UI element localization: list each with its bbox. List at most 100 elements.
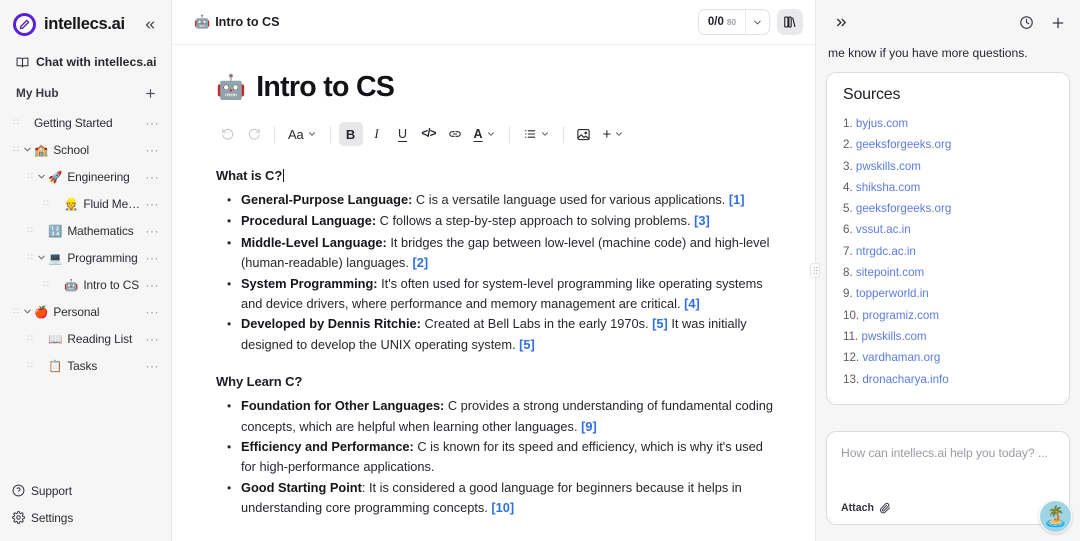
source-link[interactable]: vardhaman.org (862, 351, 940, 364)
citation-link[interactable]: [10] (491, 500, 514, 515)
underline-button[interactable]: U (391, 122, 415, 146)
breadcrumb[interactable]: 🤖 Intro to CS (194, 14, 280, 30)
drag-handle-icon[interactable]: ∷ (10, 118, 21, 127)
item-more-button[interactable]: ··· (144, 252, 162, 264)
chat-thread[interactable]: me know if you have more questions. Sour… (816, 45, 1080, 421)
chat-composer[interactable]: How can intellecs.ai help you today? ...… (826, 431, 1070, 525)
drag-handle-icon[interactable]: ∷ (24, 334, 35, 343)
item-more-button[interactable]: ··· (144, 225, 162, 237)
source-link[interactable]: shiksha.com (856, 181, 920, 194)
item-more-button[interactable]: ··· (144, 144, 162, 156)
source-link[interactable]: dronacharya.info (862, 373, 948, 386)
sidebar-item-support[interactable]: Support (4, 477, 165, 504)
clock-icon[interactable] (1016, 13, 1036, 33)
chevron-down-icon[interactable] (745, 10, 769, 34)
sidebar-item-school[interactable]: ∷ 🏫 School ··· (4, 136, 165, 163)
add-page-button[interactable] (141, 84, 159, 102)
sidebar-item-programming[interactable]: ∷ 💻 Programming ··· (4, 244, 165, 271)
list-item[interactable]: Foundation for Other Languages: C provid… (216, 396, 775, 436)
list-item[interactable]: Efficiency and Performance: C is known f… (216, 437, 775, 477)
drag-handle-icon[interactable]: ∷ (10, 307, 21, 316)
list-item[interactable]: Middle-Level Language: It bridges the ga… (216, 233, 775, 273)
item-more-button[interactable]: ··· (144, 360, 162, 372)
list-item[interactable]: System Programming: It's often used for … (216, 274, 775, 314)
source-link[interactable]: vssut.ac.in (856, 223, 911, 236)
list-icon[interactable] (518, 122, 555, 146)
list-item[interactable]: Good Starting Point: It is considered a … (216, 478, 775, 518)
user-avatar[interactable]: 🏝️ (1039, 500, 1072, 533)
citation-link[interactable]: [1] (729, 192, 745, 207)
sidebar-item-intro-to-cs[interactable]: ∷ 🤖 Intro to CS ··· (4, 271, 165, 298)
item-more-button[interactable]: ··· (144, 279, 162, 291)
sidebar-item-settings[interactable]: Settings (4, 504, 165, 531)
source-link[interactable]: byjus.com (856, 117, 908, 130)
chat-panel-expand-button[interactable] (830, 12, 852, 34)
source-link[interactable]: sitepoint.com (856, 266, 924, 279)
source-link[interactable]: pwskills.com (856, 160, 921, 173)
redo-icon[interactable] (242, 122, 266, 146)
list-item[interactable]: Procedural Language: C follows a step-by… (216, 211, 775, 231)
chevron-down-icon[interactable] (21, 144, 34, 155)
sidebar-item-mathematics[interactable]: ∷ 🔢 Mathematics ··· (4, 217, 165, 244)
chevron-down-icon[interactable] (35, 171, 48, 182)
sidebar-item-personal[interactable]: ∷ 🍎 Personal ··· (4, 298, 165, 325)
chevron-down-icon[interactable] (35, 252, 48, 263)
font-style-button[interactable]: Aa (283, 122, 322, 146)
source-link[interactable]: programiz.com (862, 309, 939, 322)
page-emoji-icon[interactable]: 🤖 (216, 73, 246, 102)
citation-link[interactable]: [5] (519, 337, 535, 352)
insert-button[interactable]: + (598, 122, 630, 146)
code-button[interactable]: </> (417, 122, 441, 146)
sidebar-item-chat[interactable]: Chat with intellecs.ai (12, 50, 163, 74)
section-heading[interactable]: What is C? (216, 168, 775, 183)
drag-handle-icon[interactable]: ∷ (24, 253, 35, 262)
sidebar-collapse-button[interactable] (139, 14, 161, 36)
drag-handle-icon[interactable]: ∷ (40, 280, 51, 289)
drag-handle-icon[interactable]: ∷ (10, 145, 21, 154)
chevron-down-icon[interactable] (21, 306, 34, 317)
source-link[interactable]: topperworld.in (856, 287, 929, 300)
link-icon[interactable] (443, 122, 467, 146)
drag-handle-icon[interactable]: ∷ (40, 199, 51, 208)
source-link[interactable]: pwskills.com (862, 330, 927, 343)
resize-grip-icon[interactable] (810, 263, 820, 278)
new-chat-plus-icon[interactable] (1048, 13, 1068, 33)
chat-input-placeholder[interactable]: How can intellecs.ai help you today? ... (841, 446, 1055, 460)
citation-link[interactable]: [3] (694, 213, 710, 228)
attach-button[interactable]: Attach (841, 502, 1055, 514)
item-more-button[interactable]: ··· (144, 333, 162, 345)
citation-link[interactable]: [4] (684, 296, 700, 311)
sidebar-item-reading-list[interactable]: ∷ 📖 Reading List ··· (4, 325, 165, 352)
drag-handle-icon[interactable]: ∷ (24, 361, 35, 370)
sidebar-item-tasks[interactable]: ∷ 📋 Tasks ··· (4, 352, 165, 379)
section-heading[interactable]: Why Learn C? (216, 374, 775, 389)
item-more-button[interactable]: ··· (144, 171, 162, 183)
sidebar-item-engineering[interactable]: ∷ 🚀 Engineering ··· (4, 163, 165, 190)
undo-icon[interactable] (216, 122, 240, 146)
panel-resizer[interactable] (810, 0, 820, 541)
citation-link[interactable]: [9] (581, 419, 597, 434)
sidebar-item-getting-started[interactable]: ∷ Getting Started ··· (4, 109, 165, 136)
citation-link[interactable]: [2] (412, 255, 428, 270)
word-count-pill[interactable]: 0/0 80 (697, 9, 770, 35)
source-link[interactable]: ntrgdc.ac.in (856, 245, 916, 258)
item-more-button[interactable]: ··· (144, 198, 162, 210)
image-icon[interactable] (572, 122, 596, 146)
text-color-button[interactable]: A (469, 122, 501, 146)
source-link[interactable]: geeksforgeeks.org (856, 138, 951, 151)
list-item[interactable]: General-Purpose Language: C is a versati… (216, 190, 775, 210)
list-item[interactable]: Developed by Dennis Ritchie: Created at … (216, 314, 775, 354)
item-more-button[interactable]: ··· (144, 117, 162, 129)
italic-button[interactable]: I (365, 122, 389, 146)
drag-handle-icon[interactable]: ∷ (24, 172, 35, 181)
sidebar-item-fluid-mech[interactable]: ∷ 👷 Fluid Mech... ··· (4, 190, 165, 217)
item-more-button[interactable]: ··· (144, 306, 162, 318)
bold-button[interactable]: B (338, 122, 363, 146)
drag-handle-icon[interactable]: ∷ (24, 226, 35, 235)
citation-link[interactable]: [5] (652, 316, 668, 331)
attach-label: Attach (841, 502, 874, 514)
document-body[interactable]: What is C? General-Purpose Language: C is… (216, 168, 775, 518)
source-link[interactable]: geeksforgeeks.org (856, 202, 951, 215)
library-books-icon[interactable] (777, 9, 803, 35)
page-title[interactable]: 🤖 Intro to CS (216, 71, 775, 104)
